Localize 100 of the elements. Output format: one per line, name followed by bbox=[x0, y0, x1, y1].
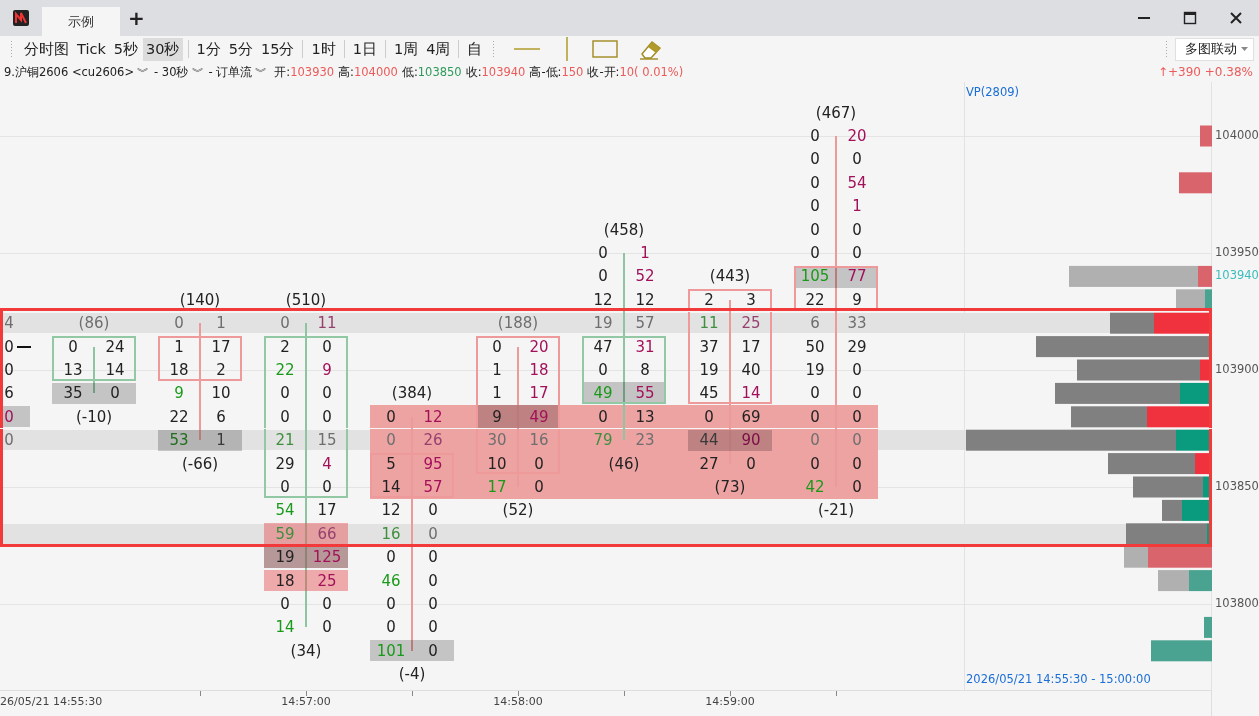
bid-volume: 22 bbox=[804, 290, 826, 309]
price-axis-label: 103900 bbox=[1215, 362, 1259, 376]
dropdown-chevron[interactable]: ︾ bbox=[255, 64, 268, 80]
bid-volume: 10 bbox=[486, 454, 508, 473]
time-axis-label: 14:58:00 bbox=[493, 695, 543, 708]
period-button[interactable]: 自 bbox=[464, 37, 486, 61]
bid-volume: 0 bbox=[385, 548, 397, 567]
ask-volume: 0 bbox=[745, 454, 757, 473]
link-charts-dropdown[interactable]: 多图联动 bbox=[1175, 37, 1254, 61]
rectangle-tool-icon[interactable] bbox=[592, 40, 619, 58]
ask-volume: 0 bbox=[533, 454, 545, 473]
bid-volume: 0 bbox=[385, 431, 397, 450]
period-button[interactable]: 5分 bbox=[225, 37, 256, 61]
period-button[interactable]: 1日 bbox=[349, 37, 380, 61]
add-tab-button[interactable]: + bbox=[120, 0, 153, 36]
ask-volume: 1 bbox=[639, 244, 651, 262]
bid-volume: 0 bbox=[809, 127, 821, 145]
selector-label: - 30秒 bbox=[154, 64, 189, 80]
profile-title: VP(2809) bbox=[966, 85, 1020, 99]
ask-volume: 11 bbox=[316, 314, 338, 333]
ask-volume: 1 bbox=[215, 431, 227, 450]
ask-volume: 29 bbox=[846, 337, 868, 356]
tab[interactable]: 示例 bbox=[42, 7, 120, 36]
bid-volume: 0 bbox=[597, 267, 609, 286]
maximize-icon[interactable] bbox=[1183, 11, 1197, 25]
period-button[interactable]: 5秒 bbox=[110, 37, 142, 61]
period-button[interactable]: 分时图 bbox=[21, 37, 72, 61]
bid-volume: 12 bbox=[380, 501, 402, 520]
bid-volume: 2 bbox=[703, 290, 715, 309]
ask-volume: 0 bbox=[427, 548, 439, 567]
bid-volume: 44 bbox=[698, 431, 720, 450]
ask-volume: 33 bbox=[846, 314, 868, 333]
ask-volume: 13 bbox=[634, 407, 656, 426]
column-delta-label: (-66) bbox=[180, 453, 220, 474]
ask-volume: 2 bbox=[215, 361, 227, 379]
dropdown-chevron[interactable]: ︾ bbox=[191, 64, 204, 80]
bid-volume: 42 bbox=[804, 478, 826, 496]
period-button[interactable]: 1分 bbox=[193, 37, 224, 61]
period-button[interactable]: 15分 bbox=[257, 37, 298, 61]
bid-volume: 1 bbox=[491, 384, 503, 403]
bid-volume: 0 bbox=[703, 407, 715, 426]
period-button[interactable]: Tick bbox=[74, 39, 109, 59]
close-icon[interactable] bbox=[1229, 11, 1243, 25]
eraser-icon[interactable] bbox=[638, 38, 663, 60]
grip-handle[interactable] bbox=[10, 40, 14, 58]
bid-volume: 0 bbox=[809, 454, 821, 473]
column-delta-label: (86) bbox=[77, 313, 111, 334]
stat-label: 高: bbox=[338, 64, 354, 80]
ask-volume: 0 bbox=[851, 244, 863, 262]
ask-volume: 0 bbox=[321, 595, 333, 613]
ask-volume: 26 bbox=[422, 431, 444, 450]
bid-volume: 14 bbox=[380, 478, 402, 496]
ask-volume: 90 bbox=[740, 431, 762, 450]
bid-volume: 17 bbox=[486, 478, 508, 496]
bid-volume: 27 bbox=[698, 454, 720, 473]
column-delta-label: (52) bbox=[501, 500, 535, 521]
ask-volume: 95 bbox=[422, 454, 444, 473]
ask-volume: 0 bbox=[427, 524, 439, 543]
bid-volume: 46 bbox=[380, 571, 402, 590]
bid-volume: 0 bbox=[597, 244, 609, 262]
ask-volume: 0 bbox=[427, 501, 439, 520]
ask-volume: 8 bbox=[639, 361, 651, 379]
ask-volume: 20 bbox=[528, 337, 550, 356]
profile-range: 2026/05/21 14:55:30 - 15:00:00 bbox=[966, 672, 1151, 686]
ask-volume: 0 bbox=[427, 595, 439, 613]
ask-volume: 4 bbox=[321, 454, 333, 473]
bid-volume: 12 bbox=[592, 290, 614, 309]
bid-volume: 53 bbox=[168, 431, 190, 450]
bid-volume: 0 bbox=[67, 337, 79, 356]
column-delta-label: (467) bbox=[814, 102, 858, 123]
bid-volume: 0 bbox=[385, 618, 397, 637]
grip-handle[interactable] bbox=[1165, 40, 1169, 58]
bid-volume: 22 bbox=[168, 407, 190, 426]
column-delta-label: (384) bbox=[390, 383, 434, 404]
bid-volume: 13 bbox=[62, 361, 84, 379]
ask-volume: 17 bbox=[316, 501, 338, 520]
ask-volume: 0 bbox=[3, 407, 15, 426]
ask-volume: 49 bbox=[528, 407, 550, 426]
ask-volume: 12 bbox=[634, 290, 656, 309]
ask-volume: 0 bbox=[851, 407, 863, 426]
column-delta-label: (140) bbox=[178, 289, 222, 310]
bid-volume: 47 bbox=[592, 337, 614, 356]
dropdown-chevron[interactable]: ︾ bbox=[137, 64, 150, 80]
ask-volume: 0 bbox=[3, 337, 15, 356]
column-delta-label: (-10) bbox=[74, 406, 114, 427]
ask-volume: 12 bbox=[422, 407, 444, 426]
column-delta-label: (-4) bbox=[397, 664, 427, 685]
volume-profile-bar bbox=[1151, 640, 1212, 662]
ask-volume: 25 bbox=[316, 571, 338, 590]
stat-label: 高-低: bbox=[529, 64, 562, 80]
period-button[interactable]: 1周 bbox=[390, 37, 422, 61]
ask-volume: 14 bbox=[104, 361, 126, 379]
period-button[interactable]: 30秒 bbox=[143, 37, 183, 61]
ask-volume: 14 bbox=[740, 384, 762, 403]
ask-volume: 15 bbox=[316, 431, 338, 450]
period-button[interactable]: 1时 bbox=[308, 37, 339, 61]
ask-volume: 0 bbox=[851, 478, 863, 496]
ask-volume: 4 bbox=[3, 314, 15, 333]
period-button[interactable]: 4周 bbox=[423, 37, 454, 61]
ask-volume: 0 bbox=[851, 150, 863, 169]
